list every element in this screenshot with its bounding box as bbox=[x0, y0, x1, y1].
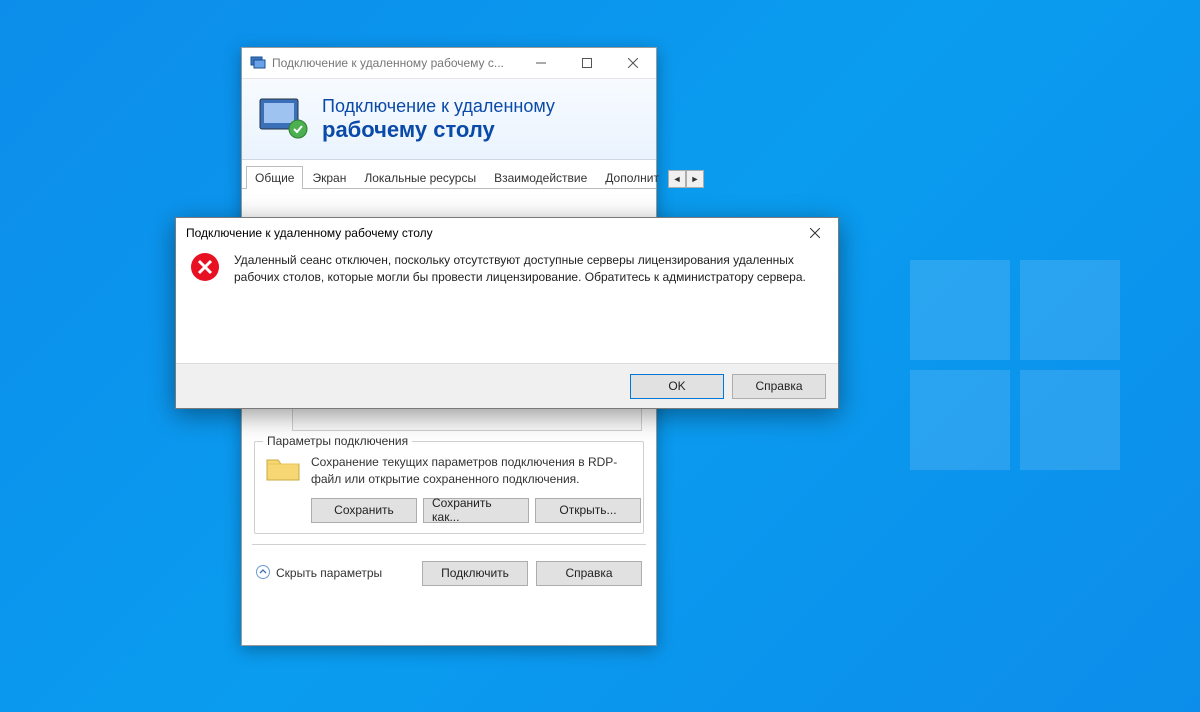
dialog-ok-button[interactable]: OK bbox=[630, 374, 724, 399]
connect-button[interactable]: Подключить bbox=[422, 561, 528, 586]
tab-scroll-right[interactable]: ► bbox=[686, 170, 704, 188]
help-button[interactable]: Справка bbox=[536, 561, 642, 586]
rdp-app-icon bbox=[250, 55, 266, 71]
dialog-button-bar: OK Справка bbox=[176, 363, 838, 408]
tab-experience[interactable]: Взаимодействие bbox=[485, 166, 596, 189]
tab-local-resources[interactable]: Локальные ресурсы bbox=[355, 166, 485, 189]
tab-strip: Общие Экран Локальные ресурсы Взаимодейс… bbox=[242, 160, 656, 189]
minimize-button[interactable] bbox=[518, 48, 564, 78]
windows-logo bbox=[910, 260, 1120, 470]
titlebar[interactable]: Подключение к удаленному рабочему с... bbox=[242, 48, 656, 79]
group-text: Сохранение текущих параметров подключени… bbox=[311, 454, 633, 488]
close-button[interactable] bbox=[610, 48, 656, 78]
header-banner: Подключение к удаленному рабочему столу bbox=[242, 79, 656, 160]
group-legend: Параметры подключения bbox=[263, 434, 412, 448]
separator bbox=[252, 544, 646, 545]
connection-settings-group: Параметры подключения Сохранение текущих… bbox=[254, 441, 644, 534]
banner-line1: Подключение к удаленному bbox=[322, 96, 555, 117]
folder-icon bbox=[265, 454, 301, 484]
dialog-help-button[interactable]: Справка bbox=[732, 374, 826, 399]
maximize-button[interactable] bbox=[564, 48, 610, 78]
hide-options-label: Скрыть параметры bbox=[276, 566, 382, 580]
rdp-banner-icon bbox=[256, 95, 312, 143]
dialog-close-button[interactable] bbox=[792, 218, 838, 248]
error-dialog: Подключение к удаленному рабочему столу … bbox=[175, 217, 839, 409]
error-icon bbox=[190, 252, 220, 282]
open-button[interactable]: Открыть... bbox=[535, 498, 641, 523]
dialog-title: Подключение к удаленному рабочему столу bbox=[176, 218, 838, 248]
save-as-button[interactable]: Сохранить как... bbox=[423, 498, 529, 523]
window-footer: Скрыть параметры Подключить Справка bbox=[252, 555, 646, 592]
window-title: Подключение к удаленному рабочему с... bbox=[272, 56, 518, 70]
tab-screen[interactable]: Экран bbox=[303, 166, 355, 189]
save-button[interactable]: Сохранить bbox=[311, 498, 417, 523]
chevron-up-icon bbox=[256, 565, 270, 582]
tab-advanced[interactable]: Дополнит bbox=[596, 166, 668, 189]
tab-general[interactable]: Общие bbox=[246, 166, 303, 189]
dialog-message: Удаленный сеанс отключен, поскольку отсу… bbox=[234, 252, 824, 287]
tab-scroll-left[interactable]: ◄ bbox=[668, 170, 686, 188]
banner-line2: рабочему столу bbox=[322, 117, 555, 143]
hide-options-toggle[interactable]: Скрыть параметры bbox=[256, 565, 382, 582]
